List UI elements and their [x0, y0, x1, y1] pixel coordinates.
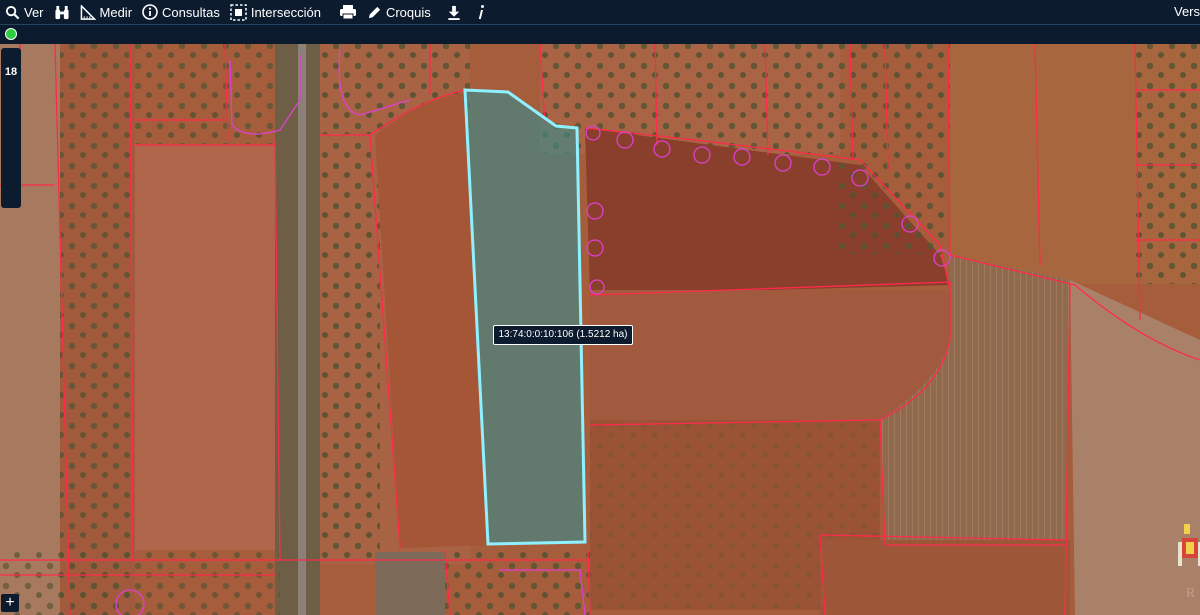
intersection-icon — [230, 3, 247, 21]
interseccion-label: Intersección — [250, 4, 321, 20]
medir-label: Medir — [99, 4, 133, 20]
binoculars-button[interactable] — [49, 0, 75, 24]
ver-button[interactable]: Ver — [0, 0, 49, 24]
about-button[interactable] — [472, 0, 490, 24]
search-icon — [5, 5, 20, 19]
interseccion-button[interactable]: Intersección — [225, 0, 326, 24]
version-label: Vers — [1173, 4, 1200, 19]
logo-text: R — [1186, 586, 1196, 601]
consultas-button[interactable]: Consultas — [137, 0, 225, 24]
medir-button[interactable]: Medir — [75, 0, 138, 24]
print-icon — [339, 5, 356, 20]
ver-label: Ver — [24, 4, 44, 20]
italic-info-icon — [478, 5, 484, 19]
info-circle-icon — [142, 4, 158, 20]
map-view[interactable]: 13:74:0:0:10:106 (1.5212 ha) — [0, 44, 1200, 615]
coat-of-arms-logo — [1178, 524, 1200, 566]
binoculars-icon — [54, 5, 69, 19]
ruler-icon — [80, 4, 96, 20]
consultas-label: Consultas — [162, 4, 220, 20]
pencil-icon — [368, 6, 381, 18]
top-toolbar: Ver Medir Consultas Intersección Croquis… — [0, 0, 1200, 24]
status-bar — [0, 24, 1200, 44]
zoom-level-label: 18 — [4, 66, 18, 78]
croquis-button[interactable]: Croquis — [362, 0, 436, 24]
download-icon — [448, 5, 460, 20]
parcel-tooltip: 13:74:0:0:10:106 (1.5212 ha) — [493, 325, 633, 345]
download-button[interactable] — [442, 0, 466, 24]
status-indicator-icon — [5, 28, 17, 40]
croquis-label: Croquis — [385, 4, 431, 20]
add-button[interactable]: + — [1, 594, 19, 612]
zoom-panel[interactable]: 18 — [1, 48, 21, 208]
print-button[interactable] — [334, 0, 362, 24]
